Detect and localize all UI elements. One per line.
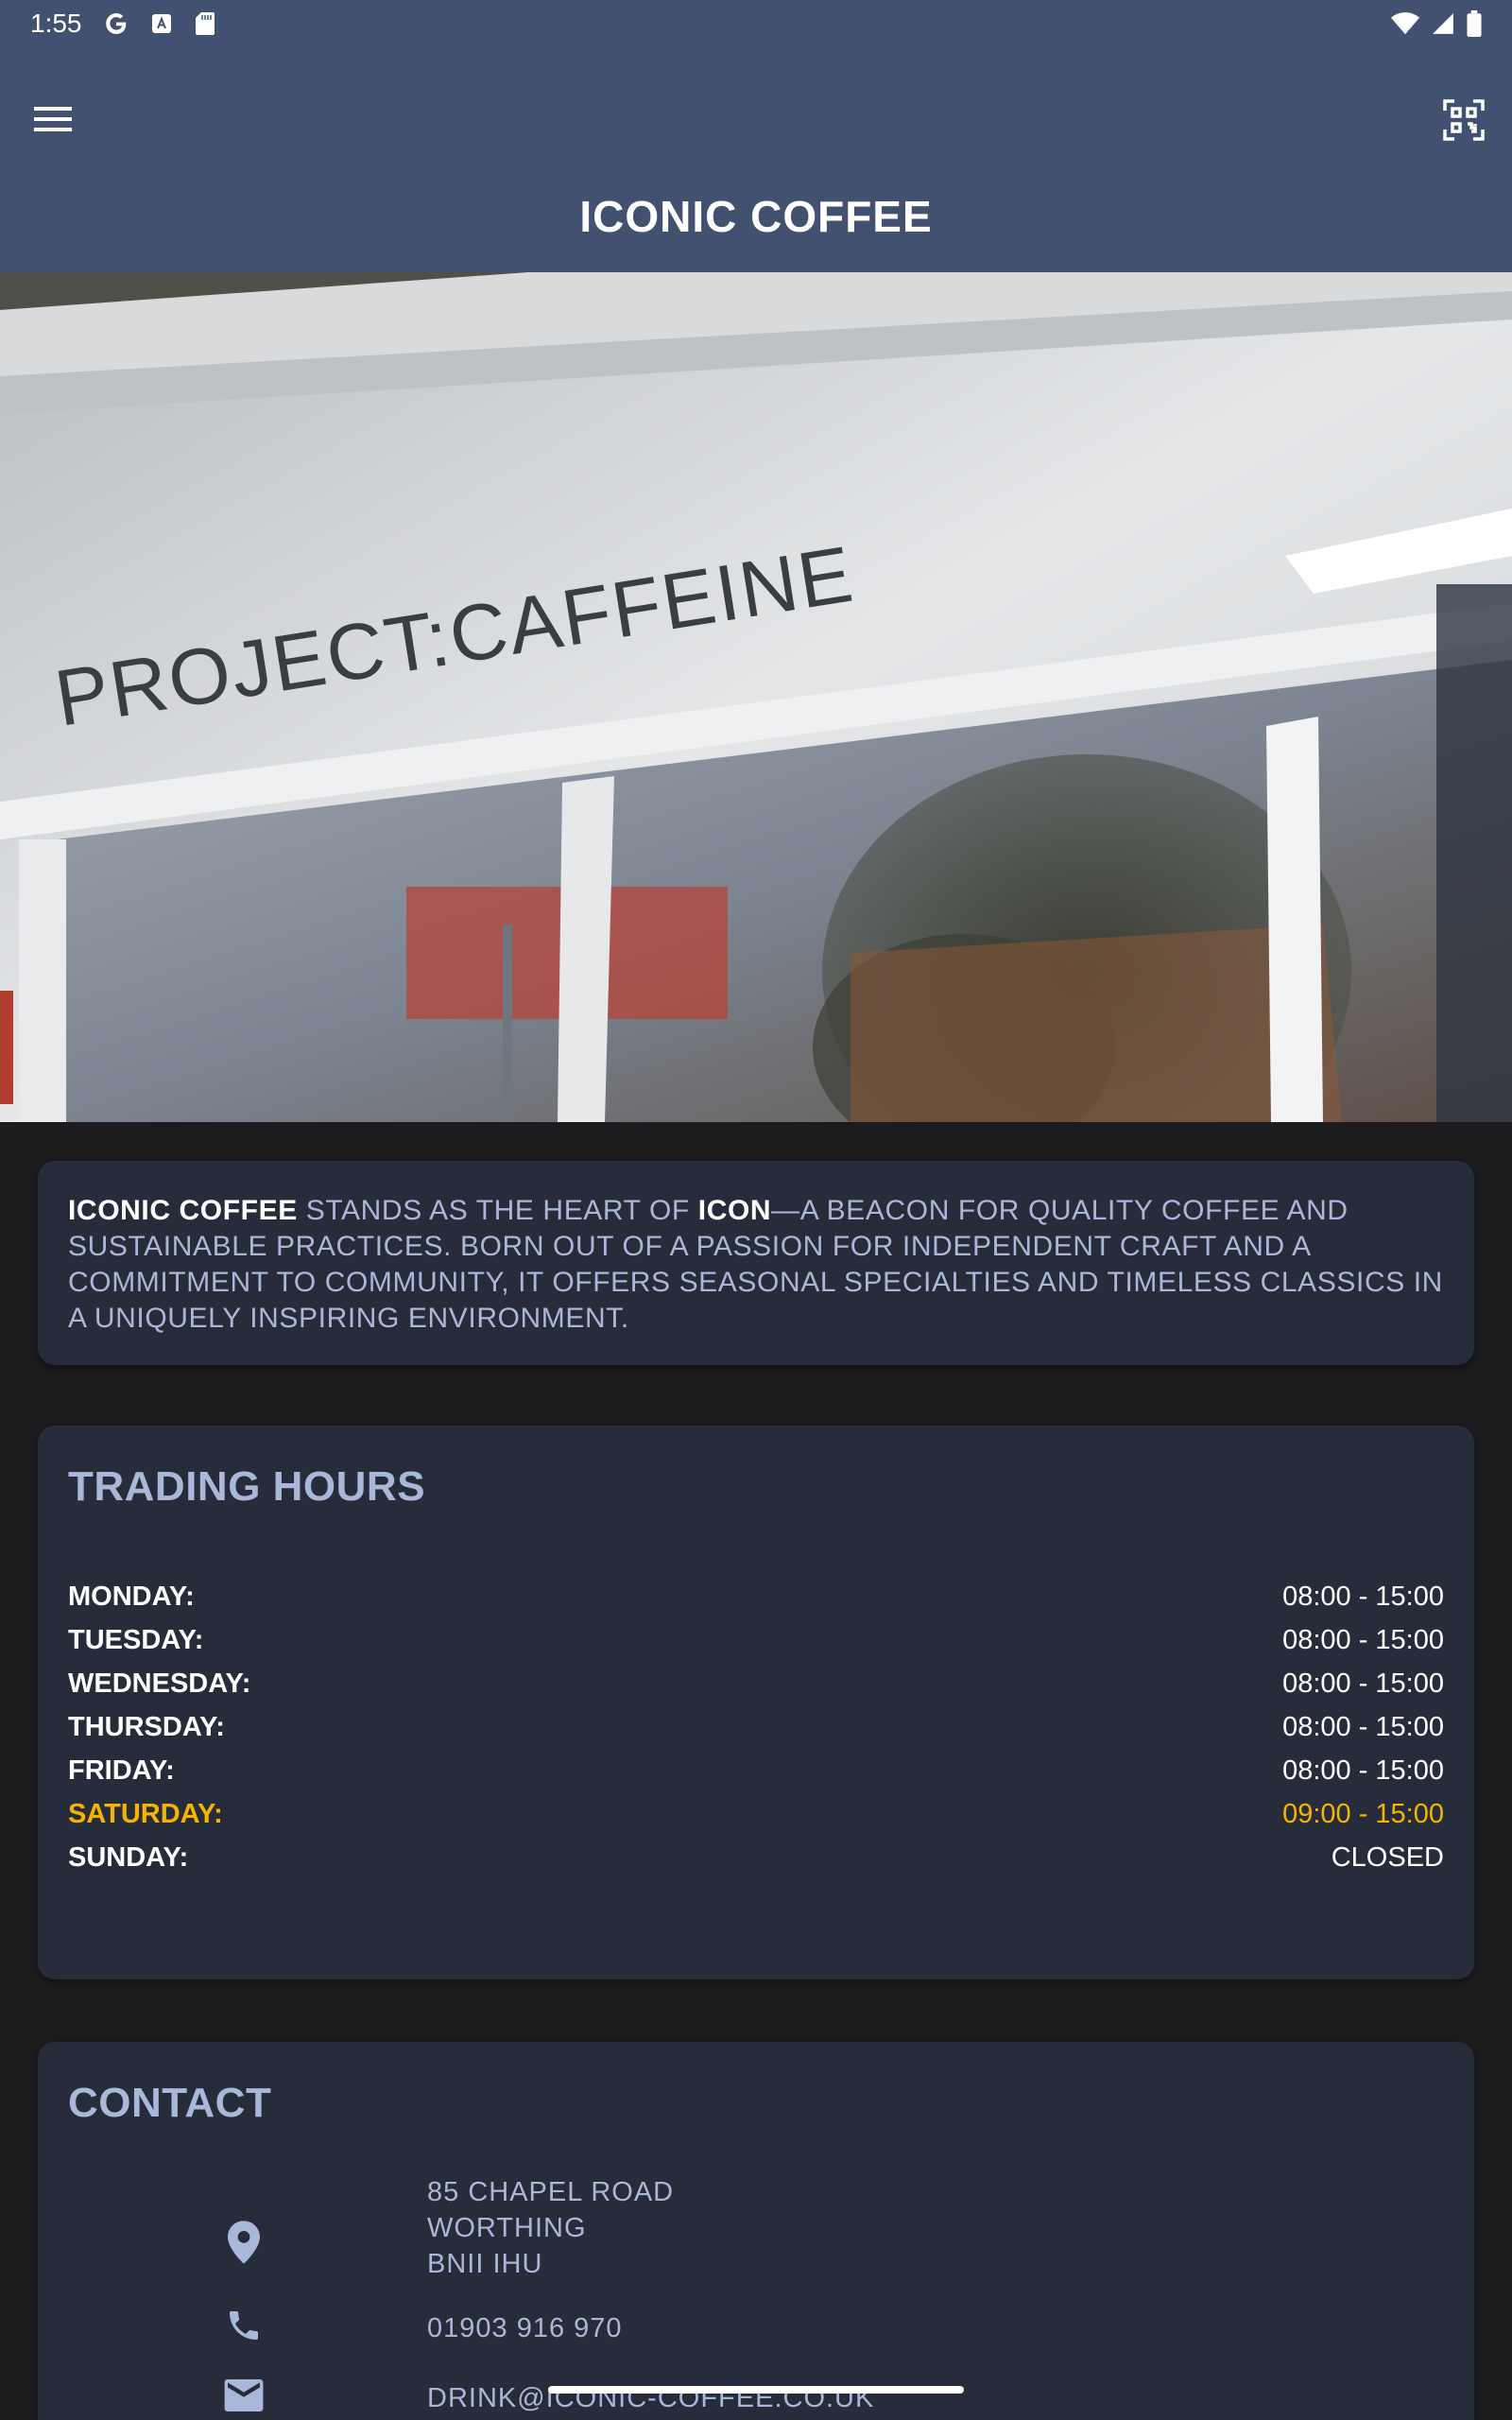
phone-icon — [217, 2299, 270, 2352]
google-icon — [103, 10, 129, 37]
hours-time: 09:00 - 15:00 — [1282, 1798, 1444, 1829]
status-time: 1:55 — [30, 9, 82, 38]
about-brand: ICONIC COFFEE — [68, 1195, 298, 1226]
hours-row: THURSDAY: 08:00 - 15:00 — [68, 1705, 1444, 1749]
contact-address: 85 CHAPEL ROAD WORTHING BNII IHU — [427, 2174, 674, 2282]
hero-image: PROJECT:CAFFEINE — [0, 272, 1512, 1122]
address-line: 85 CHAPEL ROAD — [427, 2177, 675, 2207]
hours-time: 08:00 - 15:00 — [1282, 1711, 1444, 1742]
hours-day: THURSDAY: — [68, 1711, 225, 1742]
hours-row: SUNDAY: CLOSED — [68, 1836, 1444, 1879]
trading-hours-heading: TRADING HOURS — [68, 1463, 426, 1510]
hours-list: MONDAY: 08:00 - 15:00 TUESDAY: 08:00 - 1… — [68, 1575, 1444, 1879]
email-icon — [217, 2369, 270, 2420]
address-line: WORTHING — [427, 2213, 587, 2243]
sd-card-icon — [194, 11, 216, 36]
translate-icon — [150, 12, 173, 35]
hours-time: 08:00 - 15:00 — [1282, 1668, 1444, 1699]
hours-time: CLOSED — [1331, 1841, 1444, 1873]
location-pin-icon — [217, 2216, 270, 2269]
hours-row: WEDNESDAY: 08:00 - 15:00 — [68, 1662, 1444, 1705]
about-card: ICONIC COFFEE STANDS AS THE HEART OF ICO… — [38, 1161, 1474, 1365]
battery-icon — [1467, 10, 1482, 37]
trading-hours-card: TRADING HOURS MONDAY: 08:00 - 15:00 TUES… — [38, 1426, 1474, 1979]
hours-day: FRIDAY: — [68, 1754, 175, 1786]
app-bar: ICONIC COFFEE — [0, 47, 1512, 272]
contact-heading: CONTACT — [68, 2080, 272, 2126]
hours-row: TUESDAY: 08:00 - 15:00 — [68, 1618, 1444, 1662]
hours-time: 08:00 - 15:00 — [1282, 1754, 1444, 1786]
hours-row-today: SATURDAY: 09:00 - 15:00 — [68, 1792, 1444, 1836]
home-indicator[interactable] — [548, 2386, 964, 2394]
hours-day: MONDAY: — [68, 1581, 195, 1612]
hours-row: MONDAY: 08:00 - 15:00 — [68, 1575, 1444, 1618]
hours-day: TUESDAY: — [68, 1624, 204, 1655]
hours-day: SATURDAY: — [68, 1798, 223, 1829]
hours-day: SUNDAY: — [68, 1841, 189, 1873]
hours-time: 08:00 - 15:00 — [1282, 1624, 1444, 1655]
qr-scan-button[interactable] — [1435, 95, 1493, 149]
menu-button[interactable] — [23, 96, 83, 146]
hours-time: 08:00 - 15:00 — [1282, 1581, 1444, 1612]
status-bar: 1:55 — [0, 0, 1512, 47]
signal-icon — [1431, 11, 1455, 36]
contact-phone: 01903 916 970 — [427, 2313, 623, 2343]
about-highlight: ICON — [697, 1195, 772, 1226]
about-text-part-1: STANDS AS THE HEART OF — [297, 1195, 698, 1226]
wifi-icon — [1391, 11, 1419, 36]
app-title: ICONIC COFFEE — [579, 192, 933, 241]
hours-row: FRIDAY: 08:00 - 15:00 — [68, 1749, 1444, 1792]
contact-card: CONTACT 85 CHAPEL ROAD WORTHING BNII IHU… — [38, 2042, 1474, 2420]
qr-scan-icon — [1443, 98, 1485, 146]
menu-icon — [34, 105, 72, 138]
about-text: ICONIC COFFEE STANDS AS THE HEART OF ICO… — [68, 1193, 1444, 1337]
address-line: BNII IHU — [427, 2249, 543, 2279]
hours-day: WEDNESDAY: — [68, 1668, 251, 1699]
